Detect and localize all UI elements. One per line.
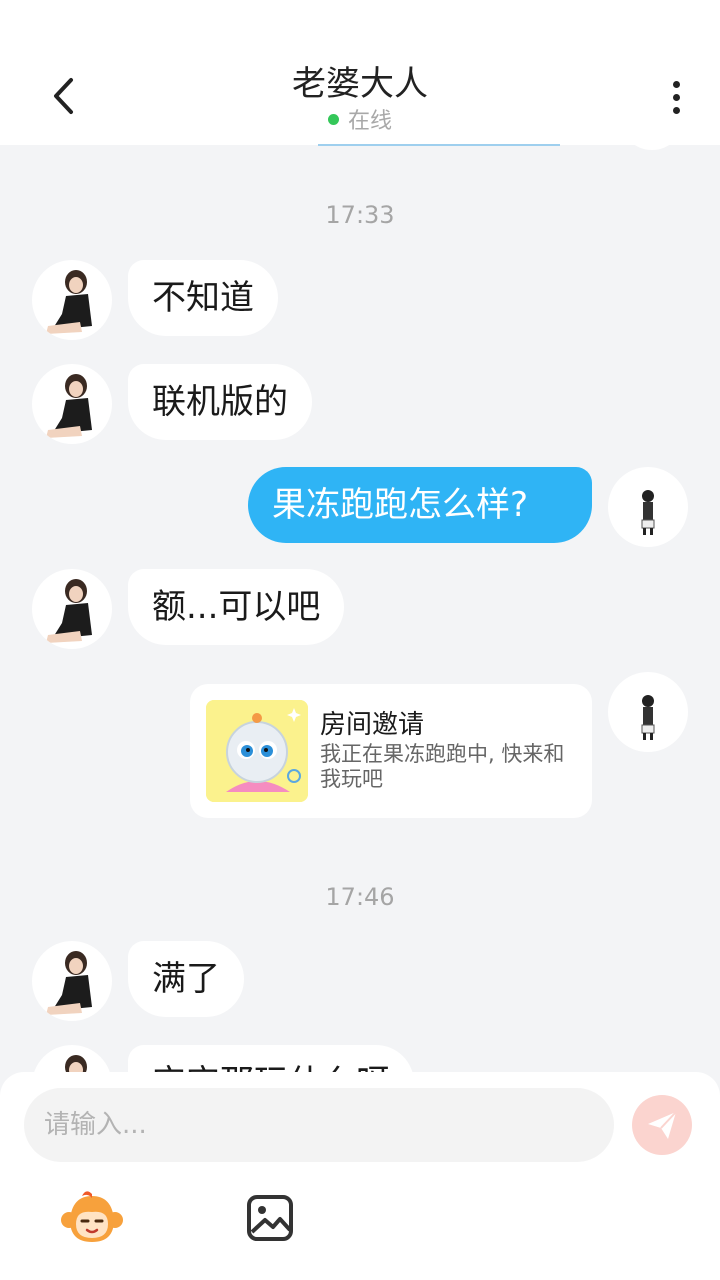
send-button[interactable] [632,1095,692,1155]
message-bubble-outgoing[interactable]: 果冻跑跑怎么样? [248,467,592,543]
message-input[interactable] [24,1088,614,1162]
monkey-emoji-icon[interactable] [60,1190,124,1246]
image-icon[interactable] [246,1194,294,1242]
message-bubble[interactable]: 宝宝那玩什么呀 [128,1045,414,1072]
contact-avatar[interactable] [32,941,112,1021]
contact-avatar[interactable] [32,569,112,649]
message-composer [0,1072,720,1280]
timestamp: 17:33 [325,201,395,229]
timestamp: 17:46 [325,883,395,911]
contact-avatar[interactable] [32,1045,112,1072]
chat-header: 老婆大人 在线 [0,0,720,145]
invite-card-description: 我正在果冻跑跑中, 快来和我玩吧 [320,742,565,791]
online-dot-icon [327,114,339,125]
online-status-label: 在线 [347,109,392,134]
invite-card-title: 房间邀请 [320,710,425,740]
message-bubble[interactable]: 满了 [128,941,244,1017]
message-bubble[interactable]: 不知道 [128,260,278,336]
message-bubble[interactable]: 额...可以吧 [128,569,345,645]
online-status: 在线 [0,103,720,135]
more-options-button[interactable] [656,72,696,122]
message-bubble[interactable]: 联机版的 [128,364,312,440]
contact-avatar[interactable] [32,260,112,340]
my-avatar[interactable] [608,467,688,547]
jelly-game-icon [206,700,308,802]
more-dots-icon [672,80,680,88]
room-invite-card[interactable]: 房间邀请 我正在果冻跑跑中, 快来和我玩吧 [190,684,592,818]
message-list[interactable]: 17:33 不知道 联机版的 果冻跑跑怎么样? 额...可以吧 房间邀请 我正在… [0,145,720,1072]
contact-avatar[interactable] [32,364,112,444]
my-avatar[interactable] [608,672,688,752]
paper-plane-icon [648,1111,677,1139]
contact-name: 老婆大人 [292,64,428,104]
